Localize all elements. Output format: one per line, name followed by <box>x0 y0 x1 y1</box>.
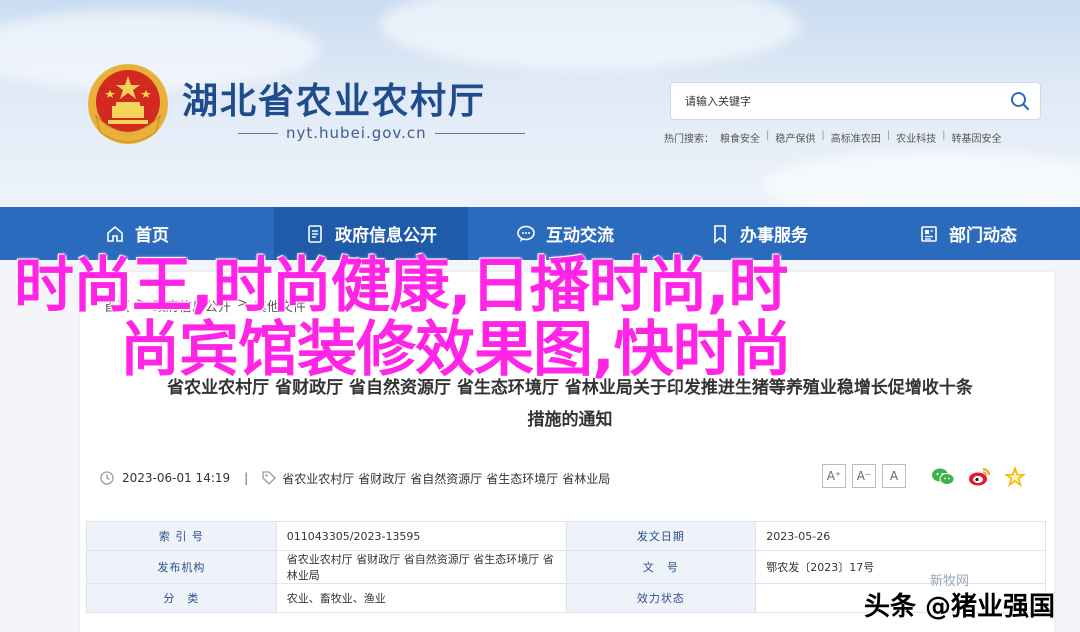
table-value: 省农业农村厅 省财政厅 省自然资源厅 省生态环境厅 省林业局 <box>275 550 567 584</box>
font-increase-button[interactable]: A⁺ <box>822 464 846 488</box>
overlay-headline: 时尚王,时尚健康,日播时尚,时 尚宾馆装修效果图,快时尚 <box>14 254 944 382</box>
table-value: 2023-05-26 <box>755 521 1046 551</box>
hot-search-link[interactable]: 转基因安全 <box>952 130 1002 145</box>
site-header: 湖北省农业农村厅 nyt.hubei.gov.cn 热门搜索： 粮食安全 | 稳产… <box>0 0 1080 207</box>
source-item: 省自然资源厅 <box>410 471 483 486</box>
table-row: 发布机构 省农业农村厅 省财政厅 省自然资源厅 省生态环境厅 省林业局 文 号 … <box>86 550 1046 584</box>
table-value: 鄂农发〔2023〕17号 <box>755 550 1046 584</box>
watermark-text: 头条 @猪业强国 <box>864 592 1056 622</box>
table-value: 农业、畜牧业、渔业 <box>275 583 567 613</box>
table-key: 效力状态 <box>565 583 757 613</box>
separator: | <box>766 130 770 141</box>
article-title-line: 措施的通知 <box>527 410 613 430</box>
source-item: 省生态环境厅 <box>486 471 559 486</box>
site-title[interactable]: 湖北省农业农村厅 <box>182 72 486 124</box>
source-list: 省农业农村厅 省财政厅 省自然资源厅 省生态环境厅 省林业局 <box>282 470 610 487</box>
separator: | <box>942 130 946 141</box>
table-key: 文 号 <box>565 550 757 584</box>
publish-datetime: 2023-06-01 14:19 <box>122 471 231 485</box>
meta-separator: | <box>244 471 249 485</box>
hot-search-label: 热门搜索： <box>664 134 714 145</box>
nav-item-label: 互动交流 <box>546 226 614 246</box>
news-icon <box>921 225 937 242</box>
search-icon[interactable] <box>1010 91 1030 111</box>
source-item: 省农业农村厅 <box>282 471 355 486</box>
site-domain: nyt.hubei.gov.cn <box>286 124 427 142</box>
weibo-icon[interactable] <box>966 464 992 490</box>
search-box <box>670 82 1041 120</box>
search-input[interactable] <box>685 94 985 108</box>
share-buttons <box>930 464 1028 490</box>
table-key: 发布机构 <box>86 550 277 584</box>
hot-search-link[interactable]: 稳产保供 <box>775 130 815 145</box>
table-key: 发文日期 <box>565 521 757 551</box>
overlay-headline-line: 尚宾馆装修效果图,快时尚 <box>120 315 792 385</box>
hot-search-link[interactable]: 农业科技 <box>896 130 936 145</box>
hot-search-link[interactable]: 高标准农田 <box>831 130 881 145</box>
table-value: 011043305/2023-13595 <box>275 521 567 551</box>
nav-item-news[interactable]: 部门动态 <box>856 207 1080 260</box>
font-reset-button[interactable]: A <box>882 464 906 488</box>
source-item: 省财政厅 <box>358 471 407 486</box>
divider <box>238 132 278 134</box>
national-emblem-icon[interactable] <box>86 62 170 146</box>
chat-icon <box>517 225 535 242</box>
article-meta: 2023-06-01 14:19 | 省农业农村厅 省财政厅 省自然资源厅 省生… <box>100 464 1040 490</box>
site-domain-row: nyt.hubei.gov.cn <box>238 124 525 142</box>
divider <box>434 132 525 134</box>
separator: | <box>886 130 891 141</box>
tag-icon <box>262 471 277 485</box>
cloud-decoration <box>760 150 1080 207</box>
table-row: 索 引 号 011043305/2023-13595 发文日期 2023-05-… <box>86 521 1046 551</box>
nav-item-label: 首页 <box>135 226 169 246</box>
home-icon <box>107 225 123 242</box>
nav-item-label: 办事服务 <box>740 226 808 246</box>
font-size-controls: A⁺ A⁻ A <box>822 464 906 488</box>
wechat-icon[interactable] <box>930 464 956 490</box>
table-key: 分 类 <box>86 583 277 613</box>
cloud-decoration <box>380 0 800 70</box>
table-key: 索 引 号 <box>86 521 277 551</box>
clock-icon <box>100 471 114 485</box>
document-icon <box>308 224 322 243</box>
separator: | <box>821 130 825 141</box>
font-decrease-button[interactable]: A⁻ <box>852 464 876 488</box>
source-item: 省林业局 <box>562 471 611 486</box>
bookmark-icon <box>714 224 726 244</box>
hot-search-row: 热门搜索： 粮食安全 | 稳产保供 | 高标准农田 | 农业科技 | 转基因安全 <box>664 130 1002 145</box>
overlay-headline-line: 时尚王,时尚健康,日播时尚,时 <box>14 251 788 321</box>
nav-item-label: 部门动态 <box>949 226 1017 246</box>
favorite-star-icon[interactable] <box>1002 464 1028 490</box>
hot-search-link[interactable]: 粮食安全 <box>720 130 760 145</box>
nav-item-label: 政府信息公开 <box>335 226 437 246</box>
